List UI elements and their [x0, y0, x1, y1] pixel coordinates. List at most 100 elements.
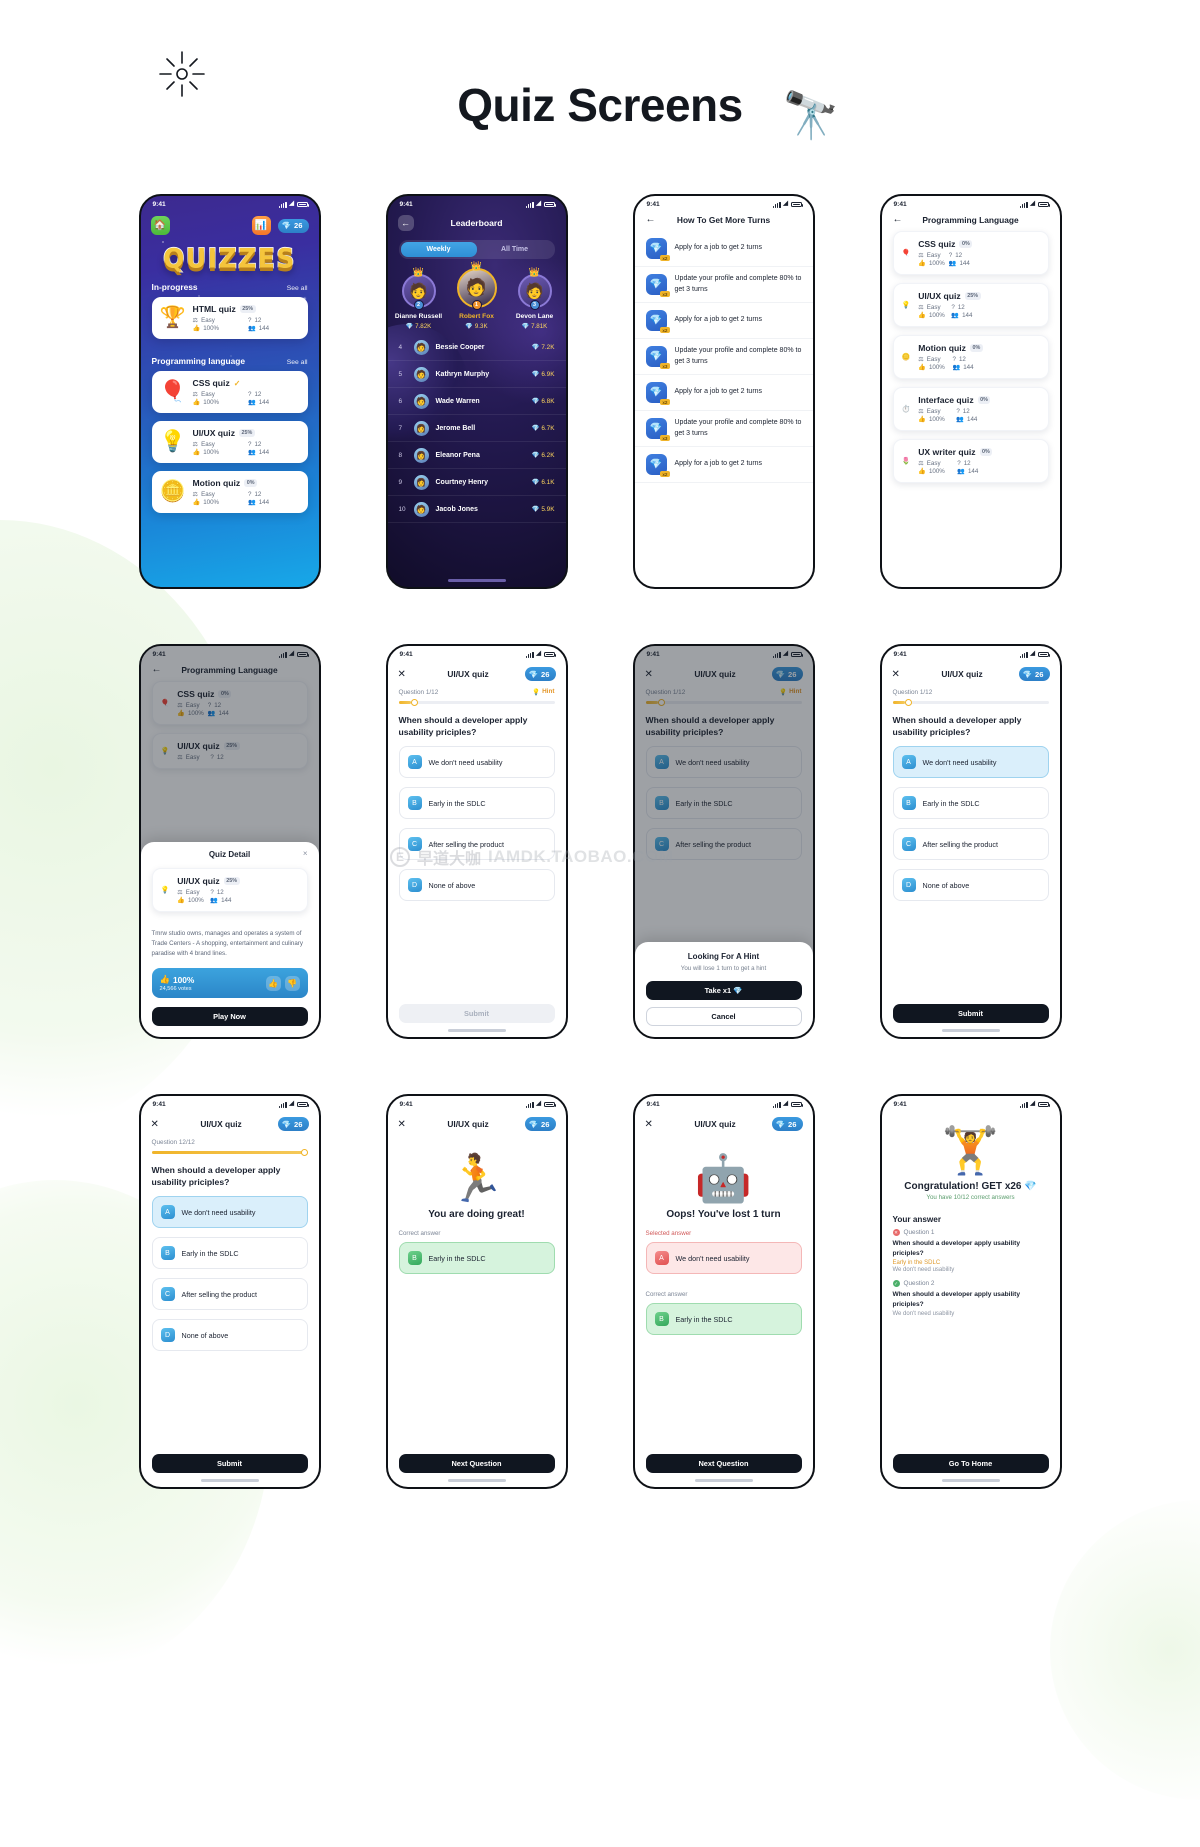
turn-item[interactable]: 💎 x2 Apply for a job to get 2 turns: [634, 375, 813, 411]
navbar: ✕ UI/UX quiz 💎 26: [141, 1113, 319, 1135]
trophy-icon: 🏆: [159, 306, 186, 329]
play-now-button[interactable]: Play Now: [151, 1007, 308, 1026]
turn-item[interactable]: 💎 x3 Update your profile and complete 80%…: [634, 267, 813, 303]
gem-counter[interactable]: 💎 26: [524, 667, 556, 681]
leaderboard-row[interactable]: 7 👩 Jerome Bell 💎 6.7K: [387, 415, 566, 442]
option-d[interactable]: D None of above: [151, 1319, 308, 1352]
option-label: Early in the SDLC: [675, 1314, 733, 1324]
status-bar: 9:41 ◢: [882, 1096, 1060, 1113]
option-c[interactable]: C After selling the product: [398, 828, 555, 861]
player-name: Bessie Cooper: [435, 343, 485, 351]
quiz-card[interactable]: 🪙 Motion quiz 0% ⚖ Easy ? 12 👍 100% 👥 144: [151, 471, 308, 513]
option-b[interactable]: B Early in the SDLC: [151, 1237, 308, 1270]
option-c[interactable]: C After selling the product: [151, 1278, 308, 1311]
turn-item[interactable]: 💎 x3 Update your profile and complete 80%…: [634, 411, 813, 447]
ranking-icon[interactable]: 📊: [251, 216, 271, 235]
avatar: 👩: [413, 447, 429, 463]
turn-item[interactable]: 💎 x2 Apply for a job to get 2 turns: [634, 303, 813, 339]
leaderboard-row[interactable]: 8 👩 Eleanor Pena 💎 6.2K: [387, 442, 566, 469]
submit-button[interactable]: Submit: [892, 1004, 1049, 1023]
option-c[interactable]: C After selling the product: [892, 828, 1049, 861]
signal-icon: [525, 1101, 534, 1108]
player-score: 💎 6.1K: [531, 479, 555, 486]
tab-all-time[interactable]: All Time: [477, 242, 553, 257]
hint-button[interactable]: 💡 Hint: [532, 688, 554, 696]
back-icon[interactable]: ←: [893, 214, 907, 225]
question-header: Question 12/12: [141, 1135, 319, 1156]
submit-button[interactable]: Submit: [398, 1004, 555, 1023]
thumbs-down-button[interactable]: 👎: [284, 975, 300, 991]
option-a[interactable]: A We don't need usability: [398, 746, 555, 779]
go-to-home-button[interactable]: Go To Home: [892, 1454, 1049, 1473]
leaderboard-row[interactable]: 5 🧑 Kathryn Murphy 💎 6.9K: [387, 361, 566, 388]
podium-first[interactable]: 👑 🧑 1 Robert Fox 💎 9.3K: [452, 261, 502, 330]
quiz-card[interactable]: 🎈 CSS quiz 0% ⚖ Easy ? 12 👍 100% 👥 144: [892, 231, 1049, 275]
option-a[interactable]: A We don't need usability: [892, 746, 1049, 779]
quiz-card[interactable]: 💡 UI/UX quiz 25% ⚖ Easy ? 12 👍 100% 👥 144: [892, 283, 1049, 327]
submit-button[interactable]: Submit: [151, 1454, 308, 1473]
close-icon[interactable]: ✕: [398, 669, 412, 680]
take-hint-button[interactable]: Take x1 💎: [645, 981, 802, 1000]
questions-stat: ? 12: [248, 317, 262, 324]
wifi-icon: ◢: [536, 200, 541, 208]
quiz-card[interactable]: 💡 UI/UX quiz 25% ⚖ Easy ? 12 👍 100% 👥 144: [151, 421, 308, 463]
gem-counter[interactable]: 💎 26: [524, 1117, 556, 1131]
correct-answer-option: B Early in the SDLC: [398, 1242, 555, 1274]
answer-given-text: We don't need usability: [892, 1267, 955, 1274]
option-d[interactable]: D None of above: [398, 869, 555, 902]
next-question-button[interactable]: Next Question: [645, 1454, 802, 1473]
see-all-link[interactable]: See all: [287, 285, 308, 292]
close-icon[interactable]: ×: [303, 849, 308, 858]
turn-item[interactable]: 💎 x2 Apply for a job to get 2 turns: [634, 231, 813, 267]
battery-icon: [1037, 201, 1050, 208]
leaderboard-row[interactable]: 10 🧑 Jacob Jones 💎 5.9K: [387, 496, 566, 523]
option-b[interactable]: B Early in the SDLC: [398, 787, 555, 820]
rate-stat: 👍 100%: [192, 324, 220, 333]
leaderboard-row[interactable]: 6 🧑 Wade Warren 💎 6.8K: [387, 388, 566, 415]
turn-item[interactable]: 💎 x3 Update your profile and complete 80%…: [634, 339, 813, 375]
close-icon[interactable]: ✕: [151, 1119, 165, 1130]
option-a[interactable]: A We don't need usability: [151, 1196, 308, 1229]
quiz-card[interactable]: 🏆 HTML quiz 25% ⚖ Easy ? 12 👍 100% 👥 144: [151, 297, 308, 339]
close-icon[interactable]: ✕: [892, 669, 906, 680]
gem-counter[interactable]: 💎 26: [277, 218, 309, 233]
leaderboard-row[interactable]: 4 🧑 Bessie Cooper 💎 7.2K: [387, 334, 566, 361]
coin-icon: 🪙: [901, 354, 911, 361]
see-all-link[interactable]: See all: [287, 359, 308, 366]
podium-third[interactable]: 👑 🧑 3 Devon Lane 💎 7.81K: [510, 267, 560, 330]
thumbs-up-button[interactable]: 👍: [265, 975, 281, 991]
back-icon[interactable]: ←: [646, 214, 660, 225]
option-b[interactable]: B Early in the SDLC: [892, 787, 1049, 820]
rate-stat: 👍 100%: [918, 415, 945, 424]
next-question-button[interactable]: Next Question: [398, 1454, 555, 1473]
cancel-button[interactable]: Cancel: [645, 1007, 802, 1026]
close-icon[interactable]: ✕: [645, 1119, 659, 1130]
difficulty-icon: ⚖: [918, 408, 924, 415]
people-icon: 👥: [951, 312, 960, 319]
progress-handle: [300, 1149, 308, 1156]
option-label: After selling the product: [181, 1289, 258, 1299]
home-icon[interactable]: 🏠: [150, 216, 170, 235]
quiz-card[interactable]: 🌷 UX writer quiz 0% ⚖ Easy ? 12 👍 100% 👥 144: [892, 439, 1049, 483]
selected-answer-label: Selected answer: [645, 1230, 692, 1237]
podium-second[interactable]: 👑 🧑 2 Dianne Russell 💎 7.82K: [394, 267, 444, 330]
leaderboard-row[interactable]: 9 👩 Courtney Henry 💎 6.1K: [387, 469, 566, 496]
screen-hint-modal: 9:41 ◢ ✕ UI/UX quiz 💎 26 Question 1/12 💡…: [632, 644, 815, 1039]
option-d[interactable]: D None of above: [892, 869, 1049, 902]
close-icon[interactable]: ✕: [398, 1119, 412, 1130]
quiz-card[interactable]: 🎈 CSS quiz ✓ ⚖ Easy ? 12 👍 100% 👥 144: [151, 371, 308, 413]
screen-result-wrong: 9:41 ◢ ✕ UI/UX quiz 💎 26 🤖 Oops! You've …: [632, 1094, 815, 1489]
gem-counter[interactable]: 💎 26: [771, 1117, 803, 1131]
difficulty-stat: ⚖ Easy: [918, 408, 941, 415]
gem-counter[interactable]: 💎 26: [277, 1117, 309, 1131]
player-name: Robert Fox: [459, 313, 494, 320]
navbar: ✕ UI/UX quiz 💎 26: [635, 1113, 813, 1135]
status-time: 9:41: [399, 201, 413, 208]
quiz-card[interactable]: ⏱️ Interface quiz 0% ⚖ Easy ? 12 👍 100% 👥 144: [892, 387, 1049, 431]
progress-fill: [892, 701, 905, 704]
turn-item[interactable]: 💎 x2 Apply for a job to get 2 turns: [634, 447, 813, 483]
battery-icon: [1037, 651, 1050, 658]
tab-weekly[interactable]: Weekly: [400, 242, 477, 257]
gem-counter[interactable]: 💎 26: [1018, 667, 1050, 681]
quiz-card[interactable]: 🪙 Motion quiz 0% ⚖ Easy ? 12 👍 100% 👥 144: [892, 335, 1049, 379]
